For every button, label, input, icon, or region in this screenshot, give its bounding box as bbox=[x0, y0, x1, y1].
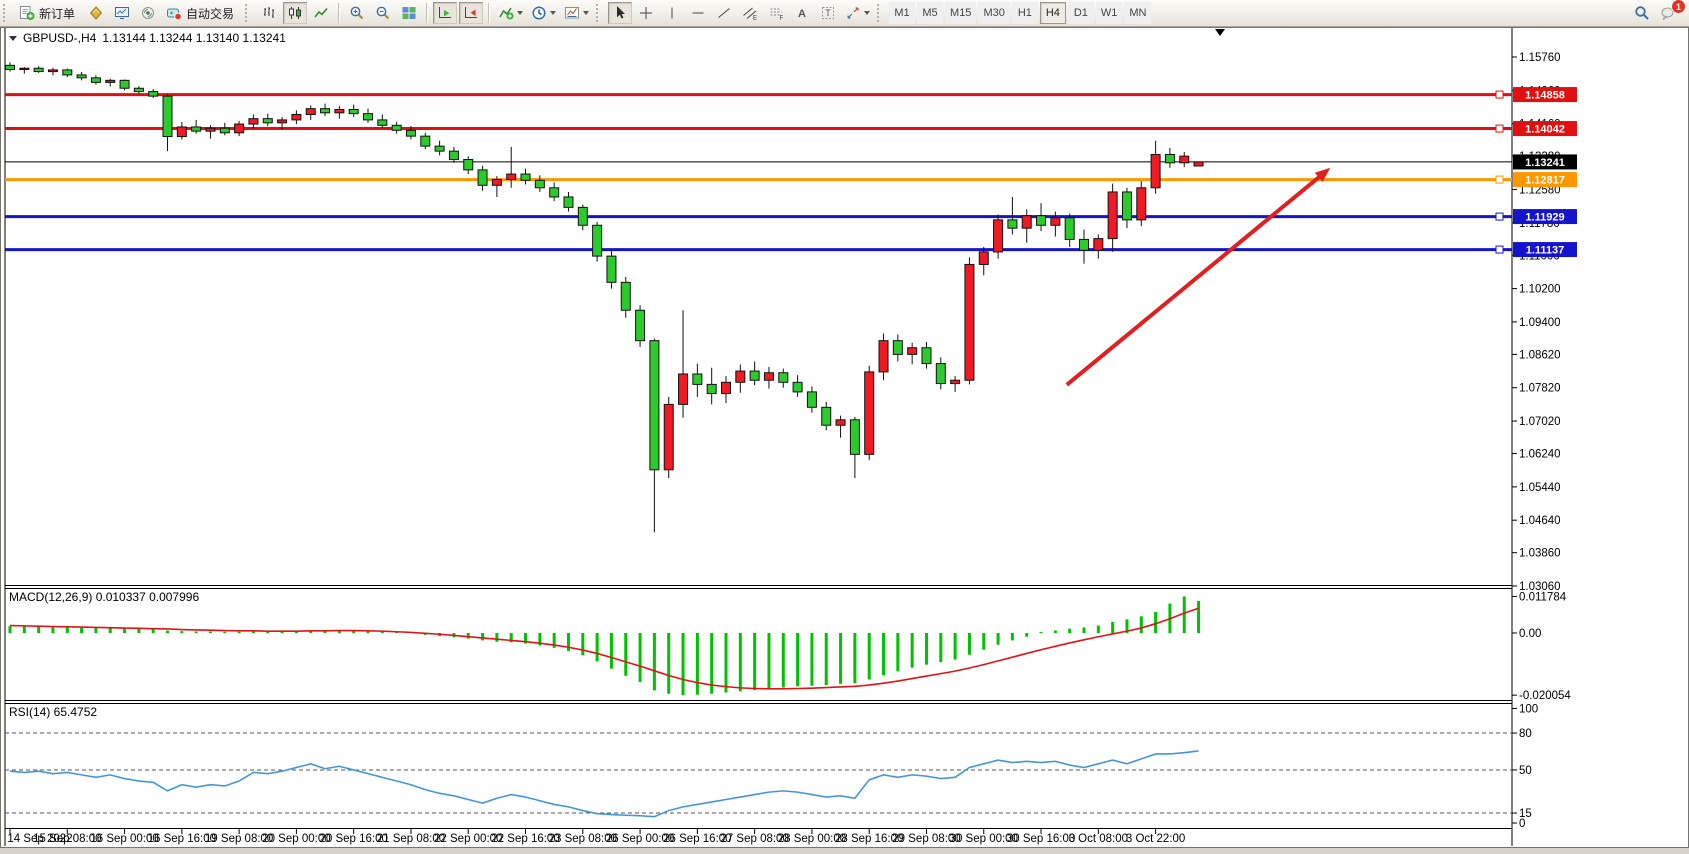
toolbar-grip[interactable] bbox=[3, 4, 10, 22]
new-order-label: 新订单 bbox=[39, 5, 75, 22]
crosshair-icon bbox=[638, 5, 654, 21]
macd-indicator-label: MACD(12,26,9) 0.010337 0.007996 bbox=[9, 590, 199, 604]
timeframe-button-M15[interactable]: M15 bbox=[945, 2, 976, 24]
tile-windows-icon bbox=[401, 5, 417, 21]
broadcast-icon bbox=[140, 5, 156, 21]
timeframe-group: M1M5M15M30H1H4D1W1MN bbox=[888, 2, 1152, 24]
search-icon bbox=[1634, 5, 1650, 21]
tile-windows-button[interactable] bbox=[397, 2, 421, 24]
news-button[interactable] bbox=[136, 2, 160, 24]
zoom-out-button[interactable] bbox=[371, 2, 395, 24]
line-chart-button[interactable] bbox=[309, 2, 333, 24]
zoom-out-icon bbox=[375, 5, 391, 21]
chart-shift-icon bbox=[463, 5, 479, 21]
channel-icon: E bbox=[742, 5, 758, 21]
fibonacci-button[interactable]: F bbox=[764, 2, 788, 24]
toolbar-grip[interactable] bbox=[596, 4, 603, 22]
auto-trading-label: 自动交易 bbox=[186, 5, 234, 22]
indicators-dropdown-button[interactable] bbox=[495, 2, 526, 24]
periods-dropdown-button[interactable] bbox=[528, 2, 559, 24]
gold-diamond-icon bbox=[88, 5, 104, 21]
new-order-icon bbox=[19, 5, 35, 21]
chevron-down-icon bbox=[864, 11, 870, 15]
vertical-line-icon bbox=[664, 5, 680, 21]
search-button[interactable] bbox=[1630, 2, 1654, 24]
timeframe-button-M1[interactable]: M1 bbox=[889, 2, 915, 24]
rsi-indicator-label: RSI(14) 65.4752 bbox=[9, 705, 97, 719]
vertical-line-button[interactable] bbox=[660, 2, 684, 24]
zoom-in-button[interactable] bbox=[345, 2, 369, 24]
cursor-button[interactable] bbox=[608, 2, 632, 24]
timeframe-button-D1[interactable]: D1 bbox=[1068, 2, 1094, 24]
new-order-button[interactable]: 新订单 bbox=[15, 2, 82, 24]
ohlc-bars-icon bbox=[261, 5, 277, 21]
channel-letter: E bbox=[753, 16, 757, 22]
main-toolbar: 新订单 自动交易 bbox=[0, 0, 1689, 27]
timeframe-button-MN[interactable]: MN bbox=[1124, 2, 1151, 24]
favorites-button[interactable] bbox=[84, 2, 108, 24]
chart-ohlc-values: 1.13144 1.13244 1.13140 1.13241 bbox=[102, 31, 286, 45]
timeframe-button-W1[interactable]: W1 bbox=[1096, 2, 1123, 24]
chevron-down-icon bbox=[517, 11, 523, 15]
template-icon bbox=[564, 5, 580, 21]
charts-button[interactable] bbox=[110, 2, 134, 24]
toolbar-separator bbox=[426, 3, 428, 23]
cursor-icon bbox=[612, 5, 628, 21]
fibo-letter: F bbox=[780, 16, 784, 22]
auto-trading-button[interactable]: 自动交易 bbox=[162, 2, 241, 24]
candlestick-chart-button[interactable] bbox=[283, 2, 307, 24]
horizontal-line-icon bbox=[690, 5, 706, 21]
text-label-icon: T bbox=[820, 5, 836, 21]
timeframe-button-H1[interactable]: H1 bbox=[1012, 2, 1038, 24]
clock-icon bbox=[531, 5, 547, 21]
toolbar-separator bbox=[338, 3, 340, 23]
indicators-icon bbox=[498, 5, 514, 21]
text-button[interactable]: A bbox=[790, 2, 814, 24]
zoom-in-icon bbox=[349, 5, 365, 21]
auto-trading-icon bbox=[166, 5, 182, 21]
arrows-dropdown-button[interactable] bbox=[842, 2, 873, 24]
auto-scroll-icon bbox=[437, 5, 453, 21]
text-letter: A bbox=[798, 8, 806, 20]
auto-scroll-button[interactable] bbox=[433, 2, 457, 24]
chart-window bbox=[0, 27, 1689, 848]
toolbar-grip[interactable] bbox=[245, 4, 252, 22]
timeframe-button-H4[interactable]: H4 bbox=[1040, 2, 1066, 24]
label-letter: T bbox=[825, 8, 831, 18]
toolbar-right: 1 bbox=[1629, 2, 1681, 24]
notification-badge[interactable]: 1 bbox=[1671, 0, 1686, 14]
candlestick-icon bbox=[287, 5, 303, 21]
templates-dropdown-button[interactable] bbox=[561, 2, 592, 24]
chart-title: GBPUSD-,H4 1.13144 1.13244 1.13140 1.132… bbox=[9, 31, 286, 45]
chart-symbol-period: GBPUSD-,H4 bbox=[23, 31, 96, 45]
horizontal-line-button[interactable] bbox=[686, 2, 710, 24]
toolbar-separator bbox=[488, 3, 490, 23]
line-chart-icon bbox=[313, 5, 329, 21]
bar-chart-button[interactable] bbox=[257, 2, 281, 24]
text-icon: A bbox=[794, 5, 810, 21]
arrows-icon bbox=[845, 5, 861, 21]
chart-collapse-icon[interactable] bbox=[9, 36, 17, 41]
timeframe-button-M30[interactable]: M30 bbox=[978, 2, 1009, 24]
toolbar-grip[interactable] bbox=[877, 4, 884, 22]
chart-monitor-icon bbox=[114, 5, 130, 21]
crosshair-button[interactable] bbox=[634, 2, 658, 24]
chevron-down-icon bbox=[583, 11, 589, 15]
chevron-down-icon bbox=[550, 11, 556, 15]
trendline-icon bbox=[716, 5, 732, 21]
timeframe-button-M5[interactable]: M5 bbox=[917, 2, 943, 24]
trendline-button[interactable] bbox=[712, 2, 736, 24]
fibonacci-icon: F bbox=[768, 5, 784, 21]
chart-shift-button[interactable] bbox=[459, 2, 483, 24]
text-label-button[interactable]: T bbox=[816, 2, 840, 24]
equidistant-channel-button[interactable]: E bbox=[738, 2, 762, 24]
